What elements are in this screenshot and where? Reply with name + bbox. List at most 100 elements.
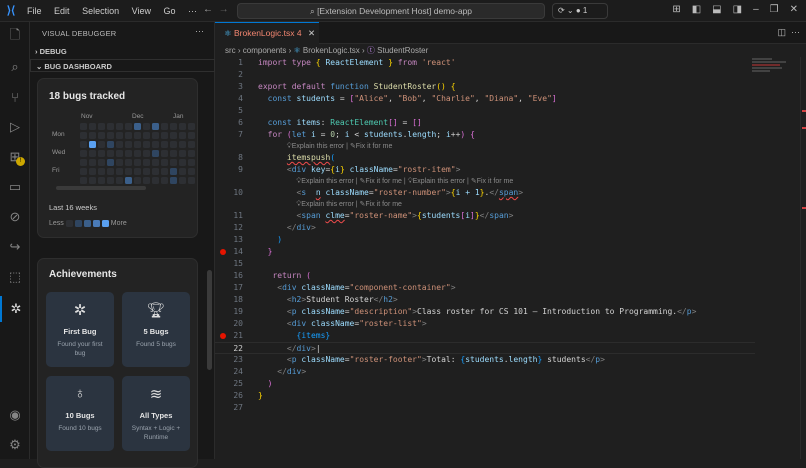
code-line[interactable]: 20 <div className="roster-list"> <box>215 318 755 330</box>
forward-arrow-icon[interactable]: → <box>219 4 229 15</box>
code-line[interactable]: 8 itemspush( <box>215 152 755 164</box>
heatmap-cell[interactable] <box>125 150 132 157</box>
code-line[interactable]: 14 } <box>215 246 755 258</box>
code-line[interactable]: 25 ) <box>215 378 755 390</box>
code-editor[interactable]: 1import type { ReactElement } from 'reac… <box>215 57 755 414</box>
account-icon[interactable]: ◉ <box>0 402 30 428</box>
heatmap-cell[interactable] <box>152 150 159 157</box>
toggle-panel-icon[interactable]: ⬓ <box>712 4 721 15</box>
heatmap-cell[interactable] <box>125 141 132 148</box>
code-line[interactable]: 13 ) <box>215 234 755 246</box>
heatmap-cell[interactable] <box>98 168 105 175</box>
heatmap-cell[interactable] <box>107 177 114 184</box>
section-debug[interactable]: › DEBUG <box>30 45 215 58</box>
heatmap-cell[interactable] <box>170 141 177 148</box>
heatmap-cell[interactable] <box>98 141 105 148</box>
remote-explorer-icon[interactable]: ▭ <box>0 174 30 200</box>
package-icon[interactable]: ⬚ <box>0 264 30 290</box>
heatmap-cell[interactable] <box>80 177 87 184</box>
code-line[interactable]: 23 <p className="roster-footer">Total: {… <box>215 354 755 366</box>
code-line[interactable]: 2 <box>215 69 755 81</box>
code-line[interactable]: 22 </div>| <box>215 342 755 354</box>
heatmap-cell[interactable] <box>170 159 177 166</box>
code-icon[interactable]: ⊘ <box>0 204 30 230</box>
heatmap-cell[interactable] <box>179 123 186 130</box>
fix-error-link[interactable]: ✎Fix it for me <box>360 201 402 208</box>
heatmap-cell[interactable] <box>152 141 159 148</box>
breadcrumb-item[interactable]: components <box>243 46 287 55</box>
heatmap-cell[interactable] <box>134 159 141 166</box>
heatmap-scrollbar[interactable] <box>56 186 146 190</box>
code-line[interactable]: 10 <s n className="roster-number">{i + 1… <box>215 187 755 199</box>
fix-error-link[interactable]: ✎Fix it for me <box>350 143 392 150</box>
toggle-sidebar-icon[interactable]: ◧ <box>692 4 701 15</box>
fix-error-link[interactable]: ✎Fix it for me <box>471 178 513 185</box>
heatmap-cell[interactable] <box>89 141 96 148</box>
code-line[interactable]: 17 <div className="component-container"> <box>215 282 755 294</box>
heatmap-cell[interactable] <box>107 168 114 175</box>
customize-layout-icon[interactable]: ⊞ <box>672 4 680 15</box>
explain-error-link[interactable]: 💡︎Explain this error <box>296 201 353 208</box>
code-line[interactable]: 24 </div> <box>215 366 755 378</box>
heatmap-cell[interactable] <box>89 150 96 157</box>
heatmap-cell[interactable] <box>107 159 114 166</box>
heatmap-cell[interactable] <box>98 159 105 166</box>
heatmap-cell[interactable] <box>188 168 195 175</box>
source-control-icon[interactable]: ⑂ <box>0 84 30 110</box>
share-icon[interactable]: ↪ <box>0 234 30 260</box>
heatmap-cell[interactable] <box>134 132 141 139</box>
breadcrumb-item[interactable]: src <box>225 46 236 55</box>
code-line[interactable]: 6 const items: ReactElement[] = [] <box>215 117 755 129</box>
heatmap-cell[interactable] <box>188 141 195 148</box>
code-line[interactable]: 15 <box>215 258 755 270</box>
heatmap-cell[interactable] <box>116 123 123 130</box>
editor-scrollbar[interactable] <box>800 57 806 459</box>
code-line[interactable]: 27 <box>215 402 755 414</box>
heatmap-cell[interactable] <box>143 123 150 130</box>
code-line[interactable]: 16 return ( <box>215 270 755 282</box>
close-icon[interactable]: ✕ <box>790 4 798 15</box>
code-line[interactable]: 21 {items} <box>215 330 755 342</box>
heatmap-cell[interactable] <box>152 159 159 166</box>
menu-selection[interactable]: Selection <box>82 6 119 16</box>
heatmap-cell[interactable] <box>125 132 132 139</box>
menu-more[interactable]: ··· <box>188 6 197 16</box>
heatmap-cell[interactable] <box>179 132 186 139</box>
heatmap-cell[interactable] <box>161 150 168 157</box>
settings-gear-icon[interactable]: ⚙ <box>0 432 30 458</box>
heatmap-cell[interactable] <box>134 150 141 157</box>
sidebar-scrollbar[interactable] <box>207 270 212 370</box>
heatmap-cell[interactable] <box>188 132 195 139</box>
visual-debugger-bug-icon[interactable]: ✲ <box>0 296 30 322</box>
heatmap-cell[interactable] <box>134 177 141 184</box>
heatmap-cell[interactable] <box>80 159 87 166</box>
heatmap-cell[interactable] <box>161 159 168 166</box>
code-line[interactable]: 3export default function StudentRoster()… <box>215 81 755 93</box>
heatmap-cell[interactable] <box>116 177 123 184</box>
heatmap-cell[interactable] <box>161 123 168 130</box>
run-debug-icon[interactable]: ▷ <box>0 114 30 140</box>
search-icon[interactable]: ⌕ <box>0 54 30 80</box>
split-editor-icon[interactable]: ◫ <box>777 27 786 37</box>
heatmap-cell[interactable] <box>116 141 123 148</box>
menu-edit[interactable]: Edit <box>54 6 70 16</box>
fix-error-link[interactable]: ✎Fix it for me <box>360 178 402 185</box>
code-line[interactable]: 1import type { ReactElement } from 'reac… <box>215 57 755 69</box>
toggle-secondary-sidebar-icon[interactable]: ◨ <box>733 4 742 15</box>
heatmap-cell[interactable] <box>134 168 141 175</box>
heatmap-cell[interactable] <box>125 168 132 175</box>
heatmap-cell[interactable] <box>80 141 87 148</box>
heatmap-cell[interactable] <box>152 177 159 184</box>
heatmap-cell[interactable] <box>188 123 195 130</box>
heatmap-cell[interactable] <box>98 132 105 139</box>
code-line[interactable]: 7 for (let i = 0; i < students.length; i… <box>215 129 755 141</box>
code-line[interactable]: 4 const students = ["Alice", "Bob", "Cha… <box>215 93 755 105</box>
heatmap-cell[interactable] <box>134 123 141 130</box>
code-line[interactable]: 9 <div key={i} className="rostr-item"> <box>215 164 755 176</box>
restore-icon[interactable]: ❐ <box>770 4 779 15</box>
heatmap-cell[interactable] <box>179 141 186 148</box>
menu-go[interactable]: Go <box>163 6 175 16</box>
heatmap-cell[interactable] <box>80 132 87 139</box>
back-arrow-icon[interactable]: ← <box>203 4 213 15</box>
heatmap-cell[interactable] <box>152 123 159 130</box>
